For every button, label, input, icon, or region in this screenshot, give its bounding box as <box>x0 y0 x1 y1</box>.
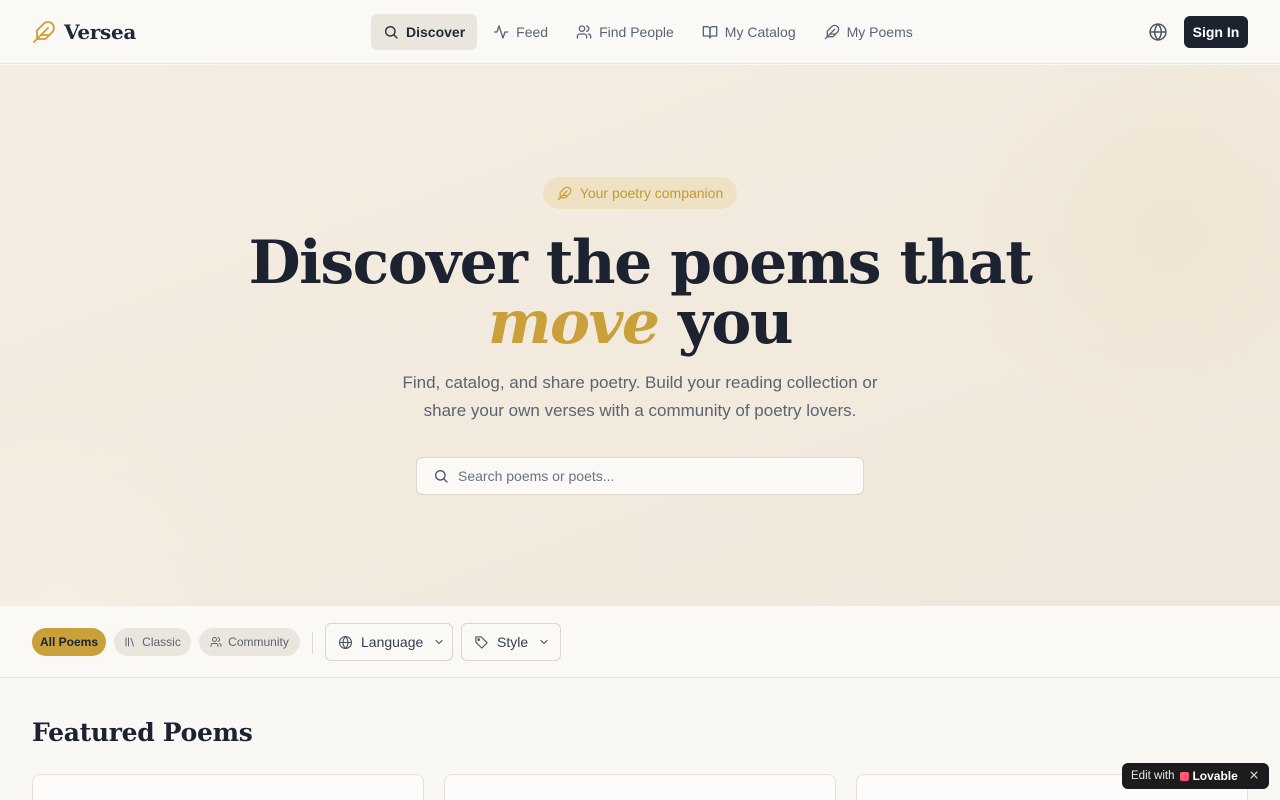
library-icon <box>125 637 135 647</box>
nav-feed[interactable]: Feed <box>481 14 560 50</box>
users-icon <box>210 637 222 647</box>
style-dropdown[interactable]: Style <box>461 623 561 661</box>
tagline-text: Your poetry companion <box>579 185 724 201</box>
nav-feed-label: Feed <box>516 24 549 40</box>
nav-my-catalog-label: My Catalog <box>724 24 796 40</box>
filter-divider <box>312 632 313 654</box>
filter-all-poems[interactable]: All Poems <box>32 628 106 656</box>
filter-classic-label: Classic <box>142 635 181 649</box>
brand-name: Versea <box>64 20 137 44</box>
hero-headline: Discover the poems that move you <box>0 233 1280 353</box>
activity-icon <box>493 25 509 39</box>
headline-end: you <box>677 288 794 358</box>
style-label: Style <box>497 634 529 650</box>
lovable-name: Lovable <box>1192 769 1238 783</box>
brand-logo[interactable]: Versea <box>32 19 136 45</box>
search-icon <box>435 470 448 483</box>
globe-icon[interactable] <box>1148 22 1168 42</box>
tagline-badge: Your poetry companion <box>543 177 737 209</box>
filter-community[interactable]: Community <box>199 628 300 656</box>
hero-decoration <box>0 405 260 606</box>
featured-poems-heading: Featured Poems <box>32 718 253 747</box>
poem-card[interactable] <box>32 774 424 800</box>
language-dropdown[interactable]: Language <box>325 623 453 661</box>
headline-accent: move <box>488 288 660 358</box>
globe-icon <box>339 635 352 649</box>
hero-subtext: Find, catalog, and share poetry. Build y… <box>402 373 878 420</box>
headline-line2: move you <box>0 293 1280 353</box>
filter-community-label: Community <box>228 635 289 649</box>
nav-find-people[interactable]: Find People <box>564 14 686 50</box>
users-icon <box>576 25 592 39</box>
nav-my-catalog[interactable]: My Catalog <box>690 14 808 50</box>
nav-find-people-label: Find People <box>599 24 674 40</box>
search-input[interactable] <box>458 468 838 484</box>
search-icon <box>385 26 398 39</box>
filter-all-poems-label: All Poems <box>39 635 99 649</box>
feather-icon <box>557 186 572 200</box>
feather-icon <box>824 24 839 40</box>
tag-icon <box>475 635 488 649</box>
nav-discover[interactable]: Discover <box>371 14 478 50</box>
top-header: Versea Discover Feed Find People My Cata… <box>0 0 1280 64</box>
lovable-heart-icon <box>1180 771 1190 781</box>
nav-discover-label: Discover <box>406 24 466 40</box>
chevron-down-icon <box>435 639 443 645</box>
book-open-icon <box>702 26 718 39</box>
nav-my-poems-label: My Poems <box>846 24 913 40</box>
filter-classic[interactable]: Classic <box>114 628 191 656</box>
feather-icon <box>33 21 55 43</box>
lovable-prefix: Edit with <box>1131 770 1175 782</box>
close-icon[interactable] <box>1247 768 1261 782</box>
main-nav: Discover Feed Find People My Catalog My … <box>371 14 925 50</box>
chevron-down-icon <box>540 639 548 645</box>
hero-section: Your poetry companion Discover the poems… <box>0 65 1280 606</box>
search-box[interactable] <box>416 457 864 495</box>
poem-card[interactable] <box>444 774 836 800</box>
nav-my-poems[interactable]: My Poems <box>812 14 925 50</box>
edit-with-lovable-badge[interactable]: Edit with Lovable <box>1122 763 1269 789</box>
language-label: Language <box>361 634 424 650</box>
sign-in-button[interactable]: Sign In <box>1184 16 1248 48</box>
filter-bar: All Poems Classic Community Language Sty… <box>0 606 1280 678</box>
